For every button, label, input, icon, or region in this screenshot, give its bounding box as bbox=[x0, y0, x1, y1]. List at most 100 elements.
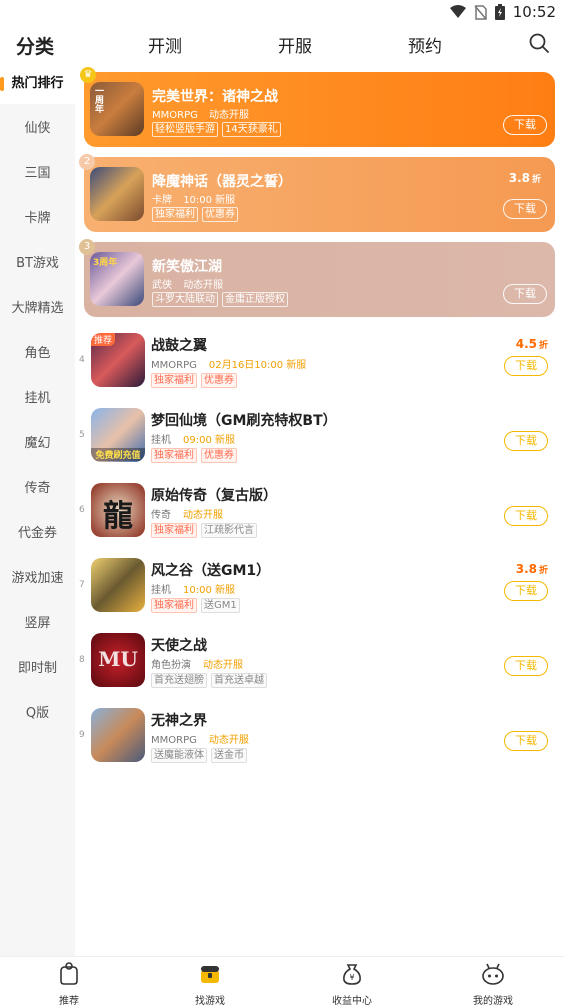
game-icon bbox=[91, 708, 145, 762]
rank-number: 8 bbox=[79, 655, 85, 665]
tab-category[interactable]: 分类 bbox=[16, 32, 66, 63]
game-name: 梦回仙境（GM刷充特权BT） bbox=[151, 413, 337, 429]
icon-caption: 免费刷充值 bbox=[91, 448, 145, 461]
sidebar-item-legend[interactable]: 传奇 bbox=[0, 469, 75, 509]
game-category: 卡牌 bbox=[152, 195, 172, 206]
game-tag: 金庸正版授权 bbox=[222, 292, 288, 307]
download-button[interactable]: 下载 bbox=[504, 506, 548, 526]
download-button[interactable]: 下载 bbox=[503, 115, 547, 135]
download-button[interactable]: 下载 bbox=[504, 356, 548, 376]
server-time: 动态开服 bbox=[208, 735, 249, 746]
game-meta: 挂机 09:00 新服 bbox=[151, 431, 235, 446]
game-tag: 首充送翅膀 bbox=[151, 673, 207, 688]
list-item[interactable]: 8 MU 天使之战 角色扮演 动态开服 首充送翅膀 首充送卓越 下载 bbox=[75, 627, 564, 702]
download-button[interactable]: 下载 bbox=[504, 731, 548, 751]
discount-value: 3.8 bbox=[515, 562, 537, 576]
bottom-tab-label: 我的游戏 bbox=[473, 996, 513, 1007]
game-meta: 卡牌 10:00 新服 bbox=[152, 191, 235, 206]
treasure-box-icon bbox=[201, 966, 219, 983]
list-item[interactable]: 9 无神之界 MMORPG 动态开服 送魔能液体 送金币 下载 bbox=[75, 702, 564, 777]
server-time: 动态开服 bbox=[183, 510, 223, 521]
gamepad-bag-icon bbox=[60, 962, 78, 985]
sidebar-item-big-brand[interactable]: 大牌精选 bbox=[0, 289, 75, 329]
game-name: 天使之战 bbox=[151, 638, 207, 654]
server-time: 10:00 新服 bbox=[183, 195, 236, 206]
server-time: 动态开服 bbox=[183, 280, 224, 291]
tab-active-indicator bbox=[30, 58, 66, 63]
download-button[interactable]: 下载 bbox=[504, 656, 548, 676]
bottom-tab-my-games[interactable]: 我的游戏 bbox=[448, 959, 538, 1007]
sidebar-item-bt-games[interactable]: BT游戏 bbox=[0, 244, 75, 284]
sidebar-item-hot-ranking[interactable]: 热门排行 bbox=[0, 64, 75, 104]
download-button[interactable]: 下载 bbox=[503, 199, 547, 219]
svg-text:¥: ¥ bbox=[349, 973, 354, 982]
game-ranking-list: ♛ 一周年 完美世界：诸神之战 MMORPG 动态开服 轻松竖版手游 14天获豪… bbox=[75, 64, 564, 956]
game-icon: 3周年 bbox=[90, 252, 144, 306]
wifi-icon bbox=[449, 5, 466, 18]
game-meta: 武侠 动态开服 bbox=[152, 276, 223, 291]
download-button[interactable]: 下载 bbox=[504, 431, 548, 451]
status-time: 10:52 bbox=[512, 3, 556, 21]
list-item[interactable]: 7 风之谷（送GM1） 挂机 10:00 新服 独家福利 送GM1 3.8 折 下载 bbox=[75, 552, 564, 627]
game-meta: MMORPG 02月16日10:00 新服 bbox=[151, 356, 306, 371]
battery-icon bbox=[494, 4, 505, 20]
sidebar-item-label: 热门排行 bbox=[11, 76, 64, 91]
search-icon[interactable] bbox=[528, 32, 550, 54]
game-tags: 轻松竖版手游 14天获豪礼 bbox=[152, 122, 281, 137]
game-tag: 江疏影代言 bbox=[201, 523, 257, 538]
game-tags: 独家福利 优惠券 bbox=[152, 207, 238, 222]
server-time: 02月16日10:00 新服 bbox=[208, 360, 307, 371]
game-category: 挂机 bbox=[151, 585, 171, 596]
list-item[interactable]: 4 推荐 战鼓之翼 MMORPG 02月16日10:00 新服 独家福利 优惠券 … bbox=[75, 327, 564, 402]
game-name: 战鼓之翼 bbox=[151, 338, 207, 354]
game-tag: 独家福利 bbox=[151, 448, 197, 463]
game-meta: MMORPG 动态开服 bbox=[151, 731, 249, 746]
sidebar-item-realtime[interactable]: 即时制 bbox=[0, 649, 75, 689]
game-meta: 角色扮演 动态开服 bbox=[151, 656, 243, 671]
list-item[interactable]: 5 免费刷充值 梦回仙境（GM刷充特权BT） 挂机 09:00 新服 独家福利 优… bbox=[75, 402, 564, 477]
bottom-tab-earnings[interactable]: ¥ 收益中心 bbox=[307, 959, 397, 1007]
download-button[interactable]: 下载 bbox=[503, 284, 547, 304]
sidebar-item-fantasy[interactable]: 魔幻 bbox=[0, 424, 75, 464]
game-tag: 送GM1 bbox=[201, 598, 240, 613]
game-tag: 独家福利 bbox=[151, 598, 197, 613]
server-time: 10:00 新服 bbox=[183, 585, 235, 596]
featured-card[interactable]: ♛ 一周年 完美世界：诸神之战 MMORPG 动态开服 轻松竖版手游 14天获豪… bbox=[80, 67, 555, 147]
game-name: 新笑傲江湖 bbox=[152, 259, 222, 275]
bottom-tab-recommend[interactable]: 推荐 bbox=[24, 959, 114, 1007]
game-tag: 送魔能液体 bbox=[151, 748, 207, 763]
server-time: 09:00 新服 bbox=[183, 435, 235, 446]
featured-card[interactable]: 3 3周年 新笑傲江湖 武侠 动态开服 斗罗大陆联动 金庸正版授权 下载 bbox=[79, 239, 555, 317]
discount-unit: 折 bbox=[538, 566, 548, 576]
game-name: 完美世界：诸神之战 bbox=[152, 89, 278, 105]
sidebar-item-game-boost[interactable]: 游戏加速 bbox=[0, 559, 75, 599]
game-category: MMORPG bbox=[151, 360, 197, 371]
sidebar-item-idle[interactable]: 挂机 bbox=[0, 379, 75, 419]
game-meta: 传奇 动态开服 bbox=[151, 506, 223, 521]
bottom-tab-label: 收益中心 bbox=[332, 996, 372, 1007]
game-category: 角色扮演 bbox=[151, 660, 191, 671]
game-icon: 一周年 bbox=[90, 82, 144, 136]
game-name: 风之谷（送GM1） bbox=[151, 563, 271, 579]
list-item[interactable]: 6 龍 原始传奇（复古版） 传奇 动态开服 独家福利 江疏影代言 下载 bbox=[75, 477, 564, 552]
bottom-tab-find-games[interactable]: 找游戏 bbox=[165, 959, 255, 1007]
tab-new-server[interactable]: 开服 bbox=[278, 32, 312, 57]
sidebar-item-role[interactable]: 角色 bbox=[0, 334, 75, 374]
sidebar-item-xianxia[interactable]: 仙侠 bbox=[0, 109, 75, 149]
game-tags: 独家福利 送GM1 bbox=[151, 598, 240, 613]
sidebar-item-q-style[interactable]: Q版 bbox=[0, 694, 75, 734]
sidebar-item-card[interactable]: 卡牌 bbox=[0, 199, 75, 239]
sidebar-item-portrait[interactable]: 竖屏 bbox=[0, 604, 75, 644]
download-button[interactable]: 下载 bbox=[504, 581, 548, 601]
tab-beta-test[interactable]: 开测 bbox=[148, 32, 182, 57]
discount-unit: 折 bbox=[538, 341, 548, 351]
sidebar-item-three-kingdoms[interactable]: 三国 bbox=[0, 154, 75, 194]
tab-reservation[interactable]: 预约 bbox=[408, 32, 442, 57]
robot-face-icon bbox=[482, 963, 504, 985]
sidebar-item-voucher[interactable]: 代金券 bbox=[0, 514, 75, 554]
featured-card[interactable]: 2 降魔神话（器灵之誓） 卡牌 10:00 新服 独家福利 优惠券 3.8 折 下… bbox=[79, 154, 555, 232]
game-tags: 斗罗大陆联动 金庸正版授权 bbox=[152, 292, 288, 307]
discount-label: 4.5 折 bbox=[516, 337, 548, 351]
sidebar-active-marker bbox=[0, 77, 4, 91]
server-time: 动态开服 bbox=[209, 110, 250, 121]
